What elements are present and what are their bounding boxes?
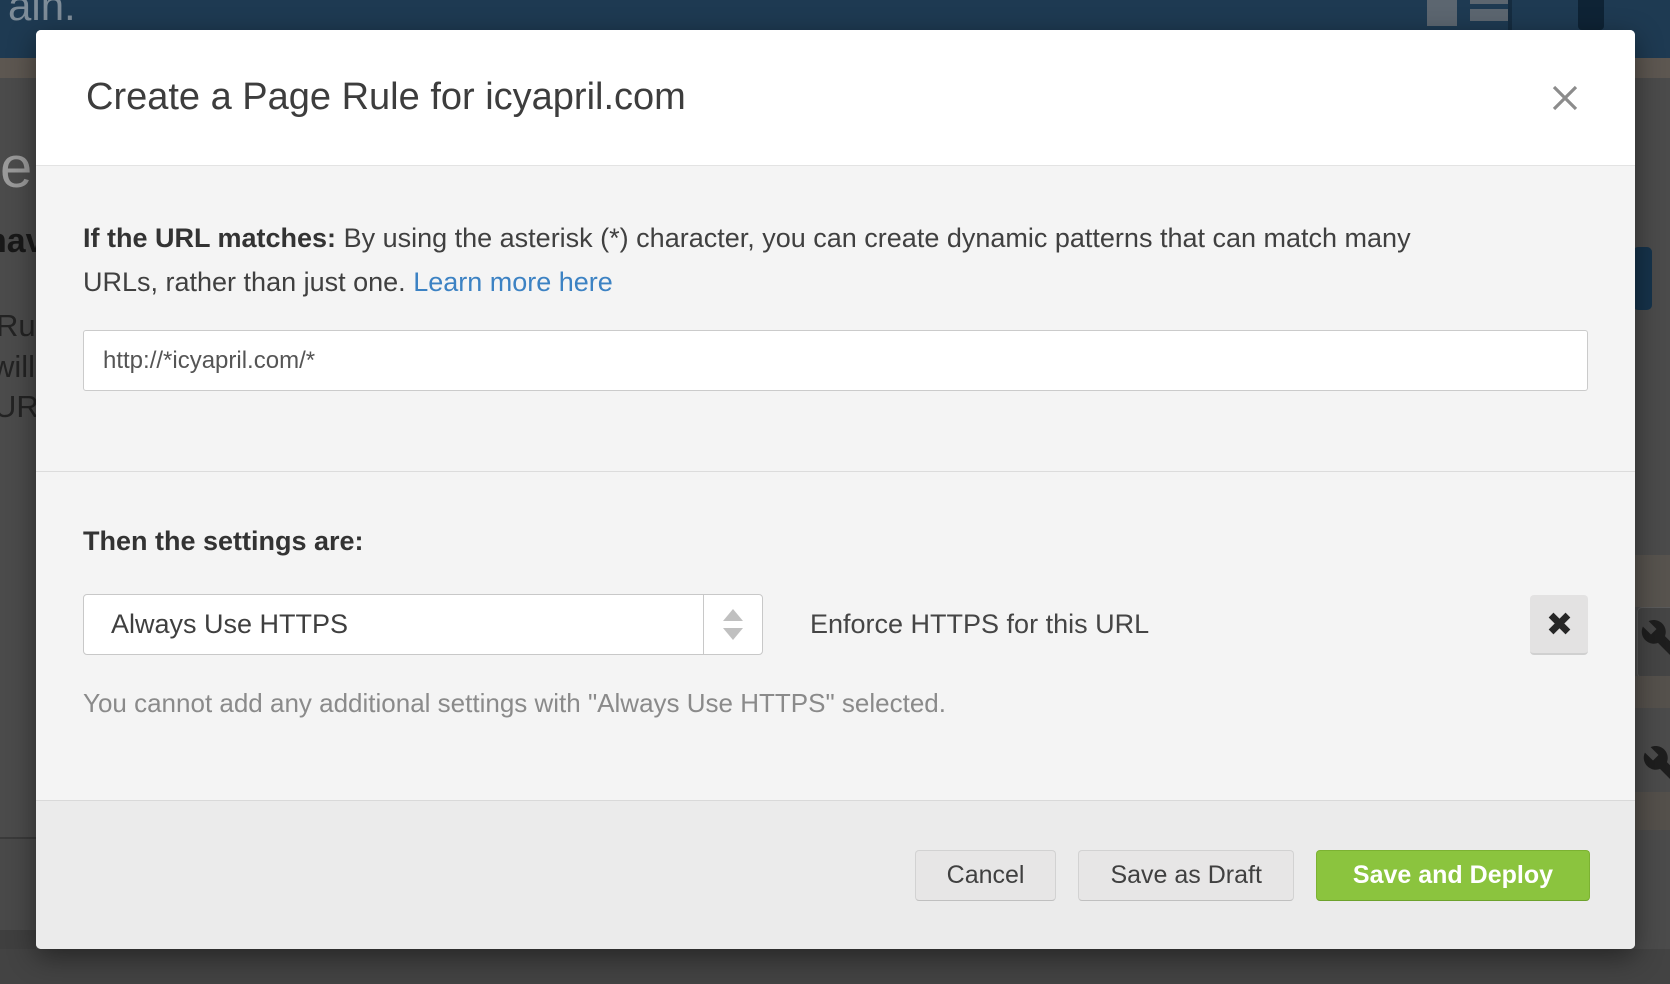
page-heading-fragment: ain. xyxy=(8,0,76,30)
setting-row: Always Use HTTPS Enforce HTTPS for this … xyxy=(83,594,1588,655)
modal-title: Create a Page Rule for icyapril.com xyxy=(86,76,686,119)
save-draft-button[interactable]: Save as Draft xyxy=(1078,850,1293,901)
background-band xyxy=(0,930,36,949)
modal-footer: Cancel Save as Draft Save and Deploy xyxy=(36,800,1635,949)
setting-description: Enforce HTTPS for this URL xyxy=(810,609,1149,640)
background-band xyxy=(1635,676,1670,708)
url-match-section: If the URL matches: By using the asteris… xyxy=(36,166,1635,472)
setting-select[interactable]: Always Use HTTPS xyxy=(83,594,763,655)
background-text-fragment: will xyxy=(0,349,35,385)
settings-section: Then the settings are: Always Use HTTPS … xyxy=(36,472,1635,719)
stepper-down-icon xyxy=(723,628,743,640)
stepper-up-icon xyxy=(723,609,743,621)
remove-icon xyxy=(1546,610,1573,637)
settings-note: You cannot add any additional settings w… xyxy=(83,688,1588,719)
background-band xyxy=(1635,555,1670,607)
close-icon[interactable] xyxy=(1545,78,1585,118)
learn-more-link[interactable]: Learn more here xyxy=(413,267,613,297)
wrench-icon xyxy=(1640,618,1670,662)
remove-setting-button[interactable] xyxy=(1530,595,1588,655)
background-blue-button-fragment xyxy=(1633,247,1652,310)
modal-header: Create a Page Rule for icyapril.com xyxy=(36,30,1635,166)
background-band xyxy=(0,839,36,930)
top-bar-icon xyxy=(1578,0,1604,30)
grid-view-icon xyxy=(1427,0,1513,28)
url-match-label: If the URL matches: xyxy=(83,223,336,253)
background-text-fragment: UR xyxy=(0,389,39,425)
setting-select-value: Always Use HTTPS xyxy=(84,595,703,654)
url-pattern-input[interactable] xyxy=(83,330,1588,391)
wrench-icon xyxy=(1642,744,1670,788)
background-text-fragment: Ru xyxy=(0,308,36,344)
select-stepper[interactable] xyxy=(703,595,762,654)
url-match-description: If the URL matches: By using the asteris… xyxy=(83,216,1483,304)
background-band xyxy=(1635,792,1670,830)
modal-body: If the URL matches: By using the asteris… xyxy=(36,166,1635,800)
background-band xyxy=(0,949,1670,984)
create-page-rule-modal: Create a Page Rule for icyapril.com If t… xyxy=(36,30,1635,949)
background-heading-fragment: e xyxy=(0,134,32,201)
save-deploy-button[interactable]: Save and Deploy xyxy=(1316,850,1590,901)
settings-heading: Then the settings are: xyxy=(83,526,1588,557)
cancel-button[interactable]: Cancel xyxy=(915,850,1057,901)
